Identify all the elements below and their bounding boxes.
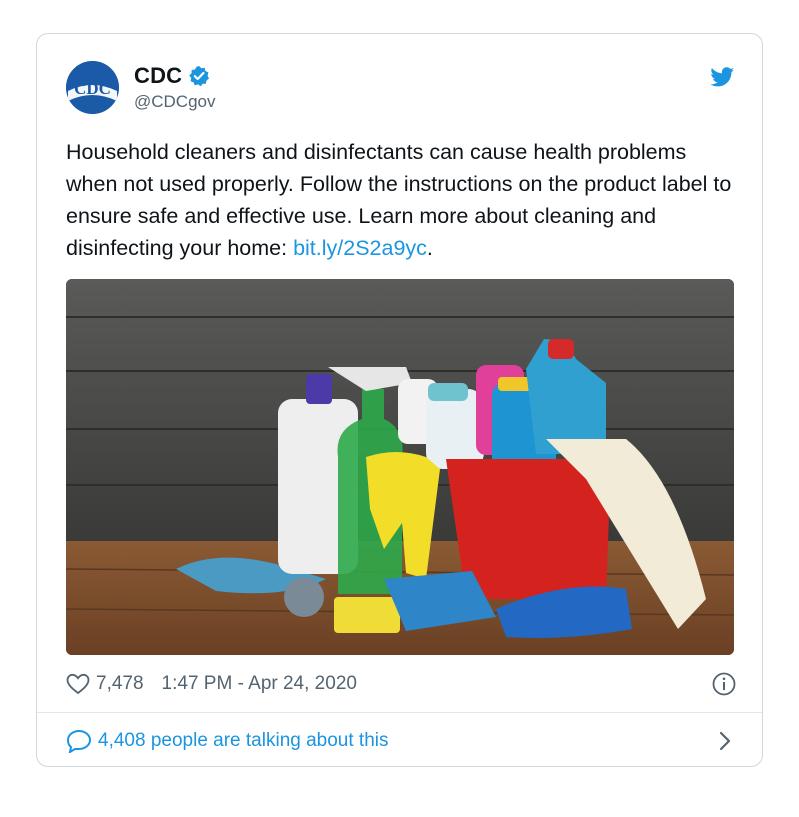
tweet-photo[interactable]: [66, 279, 734, 655]
cleaning-supplies-photo: [66, 279, 734, 655]
tweet-link[interactable]: bit.ly/2S2a9yc: [293, 236, 427, 260]
display-name[interactable]: CDC: [134, 63, 182, 89]
tweet-text-tail: .: [426, 236, 433, 260]
like-count[interactable]: 7,478: [96, 673, 144, 695]
tweet-header: CDC CDC @CDCgov: [66, 61, 736, 115]
verified-badge-icon: [188, 65, 210, 87]
avatar[interactable]: CDC: [66, 61, 119, 114]
conversation-link[interactable]: 4,408 people are talking about this: [66, 726, 736, 756]
author-names: CDC @CDCgov: [134, 63, 216, 112]
handle[interactable]: @CDCgov: [134, 92, 216, 112]
talking-count[interactable]: 4,408 people are talking about this: [98, 730, 389, 752]
tweet-meta: 7,478 1:47 PM - Apr 24, 2020: [66, 670, 736, 698]
heart-icon[interactable]: [66, 673, 90, 695]
twitter-bird-icon[interactable]: [709, 65, 736, 89]
info-icon[interactable]: [712, 672, 736, 696]
chevron-right-icon[interactable]: [718, 730, 732, 752]
tweet-text: Household cleaners and disinfectants can…: [66, 136, 736, 264]
divider: [37, 712, 762, 713]
tweet-card[interactable]: CDC CDC @CDCgov Household cleaners and d…: [36, 33, 763, 767]
timestamp[interactable]: 1:47 PM - Apr 24, 2020: [162, 673, 357, 695]
reply-bubble-icon: [66, 729, 92, 755]
avatar-text: CDC: [74, 79, 111, 98]
